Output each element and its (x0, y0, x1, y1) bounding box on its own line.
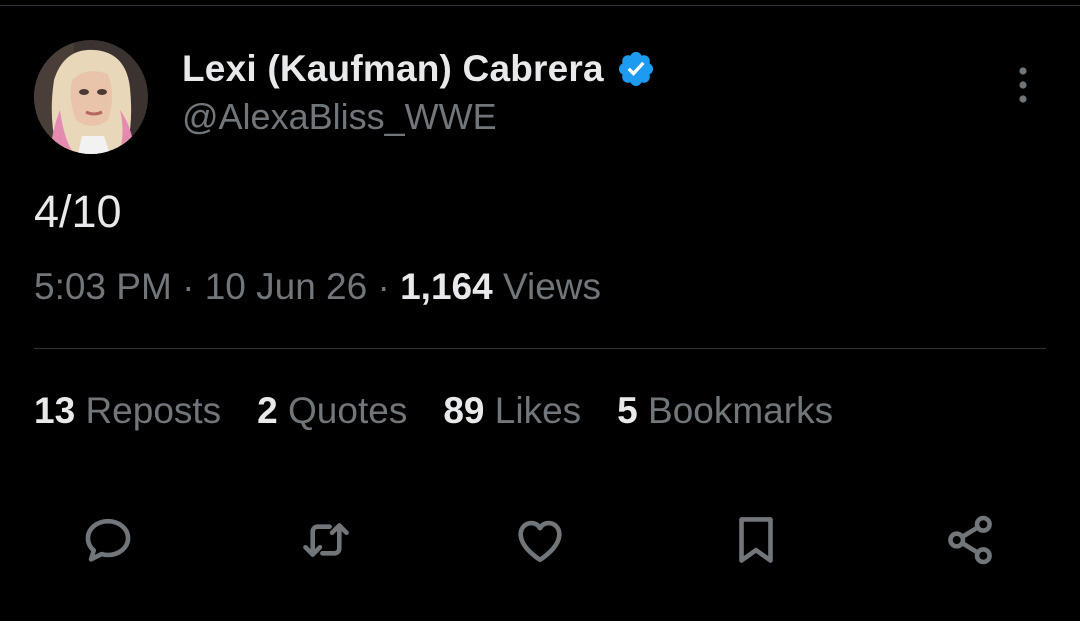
reposts-stat[interactable]: 13 Reposts (34, 390, 221, 432)
likes-stat[interactable]: 89 Likes (443, 390, 581, 432)
repost-icon (303, 523, 349, 557)
tweet-time[interactable]: 5:03 PM (34, 266, 172, 307)
reposts-label: Reposts (85, 390, 222, 431)
author-handle[interactable]: @AlexaBliss_WWE (182, 96, 497, 138)
bookmark-icon (739, 517, 773, 563)
tweet-date[interactable]: 10 Jun 26 (205, 266, 368, 307)
author-display-name[interactable]: Lexi (Kaufman) Cabrera (182, 48, 604, 90)
quotes-stat[interactable]: 2 Quotes (257, 390, 407, 432)
share-button[interactable] (938, 508, 1002, 572)
reposts-count: 13 (34, 390, 76, 431)
views-count: 1,164 (400, 266, 493, 307)
share-icon (948, 515, 992, 565)
quotes-label: Quotes (288, 390, 408, 431)
meta-separator: · (377, 266, 390, 307)
tweet-text: 4/10 (34, 186, 122, 237)
bookmark-button[interactable] (724, 508, 788, 572)
repost-button[interactable] (294, 508, 358, 572)
quotes-count: 2 (257, 390, 278, 431)
bookmarks-stat[interactable]: 5 Bookmarks (617, 390, 833, 432)
meta-separator: · (182, 266, 195, 307)
bookmarks-count: 5 (617, 390, 638, 431)
avatar-image (34, 40, 148, 154)
like-button[interactable] (508, 508, 572, 572)
views-label: Views (502, 266, 602, 307)
tweet-meta: 5:03 PM · 10 Jun 26 · 1,164 Views (34, 266, 601, 308)
top-border (0, 5, 1080, 6)
action-bar (0, 508, 1080, 572)
more-options-icon[interactable] (1008, 66, 1038, 106)
likes-label: Likes (494, 390, 582, 431)
reply-button[interactable] (76, 508, 140, 572)
engagement-stats: 13 Reposts 2 Quotes 89 Likes 5 Bookmarks (34, 390, 833, 432)
avatar[interactable] (34, 40, 148, 154)
likes-count: 89 (443, 390, 485, 431)
reply-icon (85, 518, 131, 562)
author-name-row[interactable]: Lexi (Kaufman) Cabrera (182, 47, 656, 91)
divider (34, 348, 1046, 349)
bookmarks-label: Bookmarks (648, 390, 834, 431)
verified-badge-icon (618, 51, 653, 87)
like-icon (518, 520, 562, 563)
